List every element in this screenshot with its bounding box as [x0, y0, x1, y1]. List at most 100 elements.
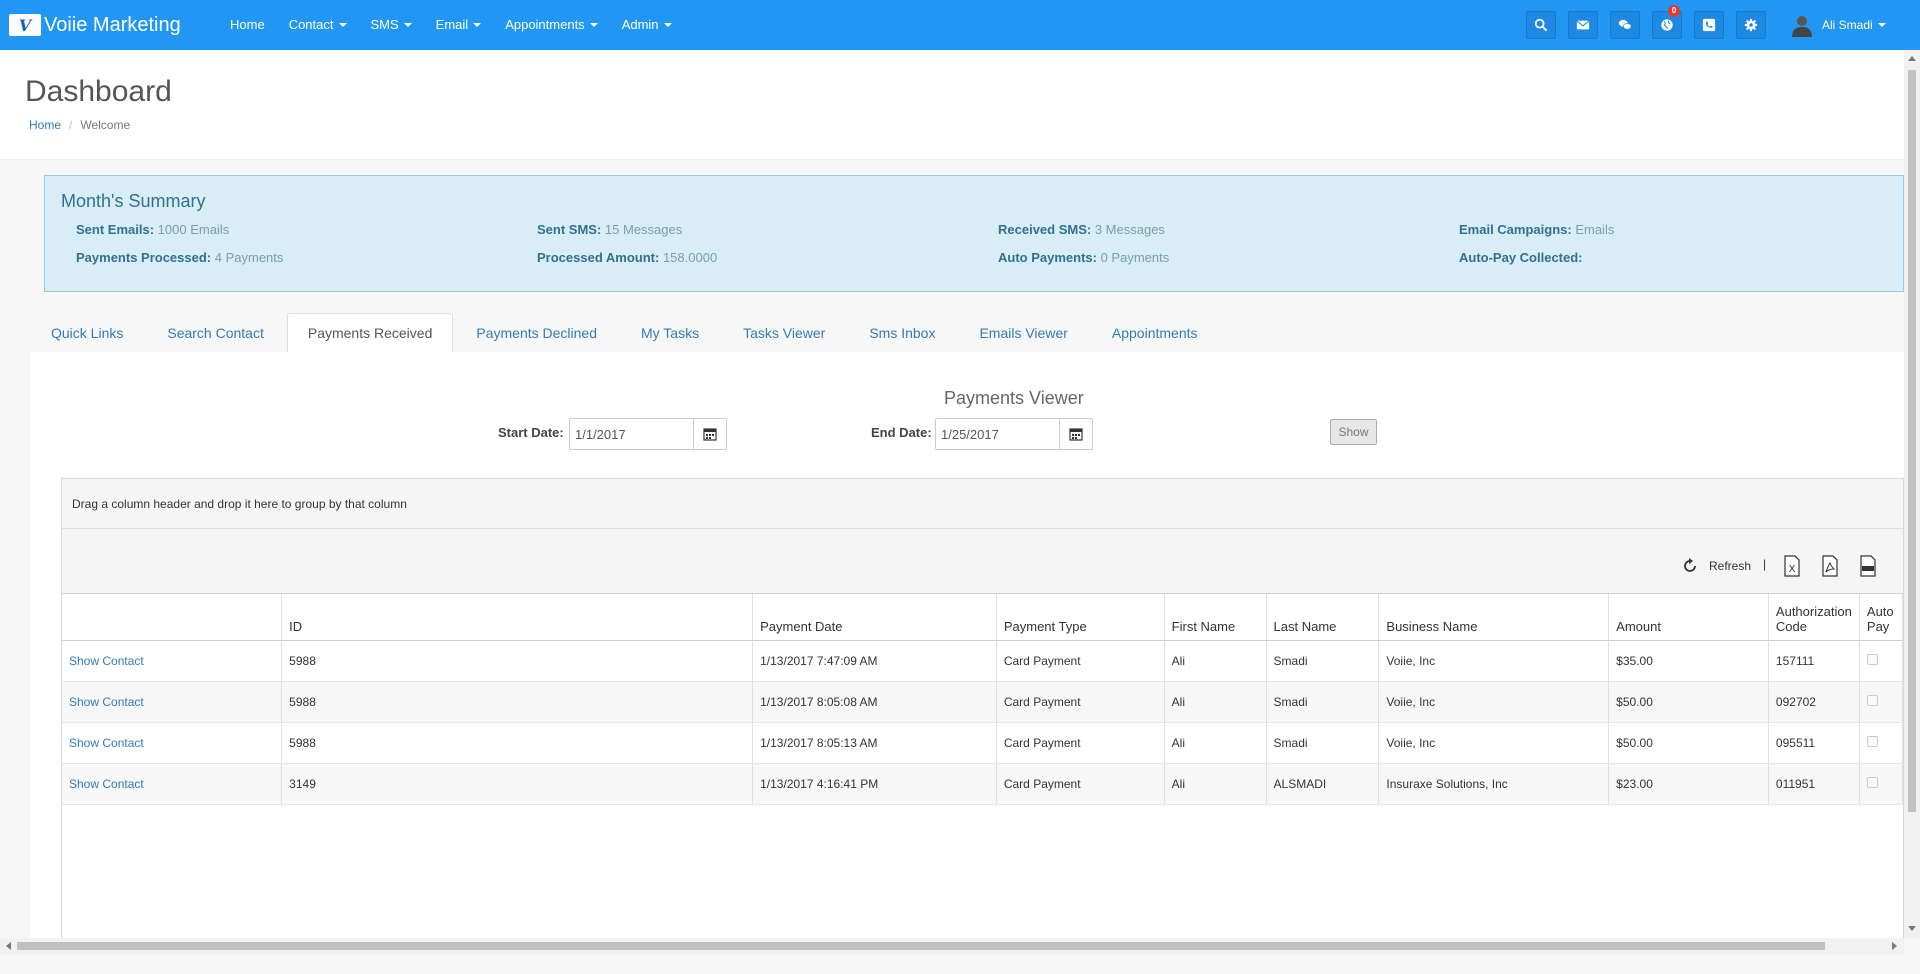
- top-navbar: V Voiie Marketing Home Contact SMS Email App…: [0, 0, 1920, 50]
- show-contact-link[interactable]: Show Contact: [69, 777, 144, 791]
- tab-sms-inbox[interactable]: Sms Inbox: [848, 313, 956, 353]
- column-header-id[interactable]: ID: [281, 594, 754, 641]
- tab-payments-declined[interactable]: Payments Declined: [455, 313, 618, 353]
- refresh-label: Refresh: [1709, 559, 1752, 573]
- summary-processed-amount: Processed Amount: 158.0000: [537, 250, 717, 265]
- table-row[interactable]: Show Contact 3149 1/13/2017 4:16:41 PM Card…: [62, 763, 1903, 805]
- nav-contact[interactable]: Contact: [277, 0, 359, 50]
- auto-pay-checkbox[interactable]: [1866, 653, 1878, 665]
- vertical-scroll-thumb[interactable]: [1908, 70, 1916, 812]
- tab-quick-links[interactable]: Quick Links: [30, 313, 144, 353]
- nav-item-label: Admin: [621, 17, 659, 32]
- summary-sent-emails: Sent Emails: 1000 Emails: [76, 222, 229, 237]
- cell-amount: $23.00: [1608, 763, 1769, 805]
- horizontal-scroll-thumb[interactable]: [17, 942, 1825, 950]
- group-hint: Drag a column header and drop it here to…: [72, 497, 407, 511]
- scroll-down-arrow-icon[interactable]: [1908, 926, 1916, 931]
- nav-sms[interactable]: SMS: [359, 0, 424, 50]
- chat-button[interactable]: [1610, 11, 1640, 39]
- show-button[interactable]: Show: [1330, 419, 1377, 445]
- summary-sent-sms: Sent SMS: 15 Messages: [537, 222, 682, 237]
- csv-export-icon[interactable]: [1858, 555, 1878, 577]
- column-header-actions[interactable]: [62, 594, 283, 641]
- cell-id: 5988: [281, 722, 754, 764]
- table-row[interactable]: Show Contact 5988 1/13/2017 7:47:09 AM Card…: [62, 640, 1903, 682]
- nav-icon-group: 0: [1526, 5, 1778, 39]
- payments-grid: Drag a column header and drop it here to…: [61, 478, 1904, 942]
- cell-id: 3149: [281, 763, 754, 805]
- email-button[interactable]: [1568, 11, 1598, 39]
- column-header-first-name[interactable]: First Name: [1164, 594, 1267, 641]
- nav-admin[interactable]: Admin: [610, 0, 684, 50]
- show-contact-link[interactable]: Show Contact: [69, 736, 144, 750]
- tab-payments-received[interactable]: Payments Received: [286, 313, 454, 354]
- cell-auto-pay: [1859, 722, 1903, 764]
- cell-first: Ali: [1164, 763, 1267, 805]
- tab-emails-viewer[interactable]: Emails Viewer: [958, 313, 1088, 353]
- tab-tasks-viewer[interactable]: Tasks Viewer: [722, 313, 846, 353]
- nav-home[interactable]: Home: [218, 0, 277, 50]
- nav-email[interactable]: Email: [424, 0, 494, 50]
- end-date-calendar-button[interactable]: [1059, 418, 1093, 450]
- column-header-payment-type[interactable]: Payment Type: [996, 594, 1165, 641]
- show-contact-link[interactable]: Show Contact: [69, 695, 144, 709]
- column-header-payment-date[interactable]: Payment Date: [752, 594, 997, 641]
- column-header-business-name[interactable]: Business Name: [1378, 594, 1610, 641]
- table-row[interactable]: Show Contact 5988 1/13/2017 8:05:08 AM Card…: [62, 681, 1903, 723]
- avatar: [1790, 13, 1814, 37]
- pdf-export-icon[interactable]: [1820, 555, 1840, 577]
- nav-appointments[interactable]: Appointments: [493, 0, 610, 50]
- excel-export-icon[interactable]: X: [1782, 555, 1802, 577]
- column-header-auto-pay[interactable]: Auto Pay: [1859, 594, 1903, 641]
- tab-search-contact[interactable]: Search Contact: [146, 313, 285, 353]
- auto-pay-checkbox[interactable]: [1866, 776, 1878, 788]
- gear-icon: [1744, 18, 1758, 32]
- auto-pay-checkbox[interactable]: [1866, 735, 1878, 747]
- chevron-down-icon: [403, 23, 412, 27]
- group-by-panel[interactable]: Drag a column header and drop it here to…: [62, 479, 1903, 529]
- tab-my-tasks[interactable]: My Tasks: [620, 313, 720, 353]
- scroll-right-arrow-icon[interactable]: [1892, 942, 1897, 950]
- brand[interactable]: V Voiie Marketing: [9, 10, 181, 40]
- breadcrumb-home-link[interactable]: Home: [29, 118, 61, 132]
- cell-id: 5988: [281, 640, 754, 682]
- refresh-button[interactable]: Refresh: [1681, 557, 1751, 575]
- cell-type: Card Payment: [996, 722, 1165, 764]
- auto-pay-checkbox[interactable]: [1866, 694, 1878, 706]
- start-date-label: Start Date:: [498, 425, 564, 440]
- scroll-up-arrow-icon[interactable]: [1908, 56, 1916, 61]
- cell-last: Smadi: [1266, 722, 1380, 764]
- notifications-button[interactable]: 0: [1652, 5, 1682, 39]
- search-button[interactable]: [1526, 11, 1556, 39]
- chat-icon: [1618, 19, 1632, 30]
- column-header-last-name[interactable]: Last Name: [1266, 594, 1380, 641]
- phone-button[interactable]: [1694, 11, 1724, 39]
- cell-first: Ali: [1164, 640, 1267, 682]
- grid-toolbar: Refresh | X: [62, 529, 1903, 594]
- start-date-calendar-button[interactable]: [693, 418, 727, 450]
- scroll-left-arrow-icon[interactable]: [6, 942, 11, 950]
- column-header-authorization-code[interactable]: Authorization Code: [1768, 594, 1860, 641]
- summary-autopay-collected: Auto-Pay Collected:: [1459, 250, 1583, 265]
- notification-badge: 0: [1668, 5, 1680, 17]
- show-contact-link[interactable]: Show Contact: [69, 654, 144, 668]
- refresh-icon: [1684, 558, 1696, 572]
- breadcrumb: Home / Welcome: [29, 118, 130, 132]
- tab-appointments[interactable]: Appointments: [1091, 313, 1219, 353]
- table-row[interactable]: Show Contact 5988 1/13/2017 8:05:13 AM Card…: [62, 722, 1903, 764]
- horizontal-scrollbar[interactable]: [0, 938, 1904, 954]
- payments-received-panel: Payments Viewer Start Date: End Date: Sh…: [30, 352, 1904, 942]
- summary-label: Sent Emails:: [76, 222, 155, 237]
- payments-table: ID Payment Date Payment Type First Name Last…: [62, 594, 1903, 805]
- start-date-input[interactable]: [569, 418, 694, 450]
- vertical-scrollbar[interactable]: [1904, 50, 1920, 938]
- brand-name: Voiie Marketing: [44, 13, 181, 36]
- summary-received-sms: Received SMS: 3 Messages: [998, 222, 1165, 237]
- settings-button[interactable]: [1736, 11, 1766, 39]
- column-header-amount[interactable]: Amount: [1608, 594, 1769, 641]
- user-menu[interactable]: Ali Smadi: [1790, 0, 1886, 50]
- end-date-input[interactable]: [935, 418, 1060, 450]
- summary-label: Auto Payments:: [998, 250, 1097, 265]
- table-cell: Show Contact: [62, 763, 283, 805]
- calendar-icon: [703, 428, 717, 441]
